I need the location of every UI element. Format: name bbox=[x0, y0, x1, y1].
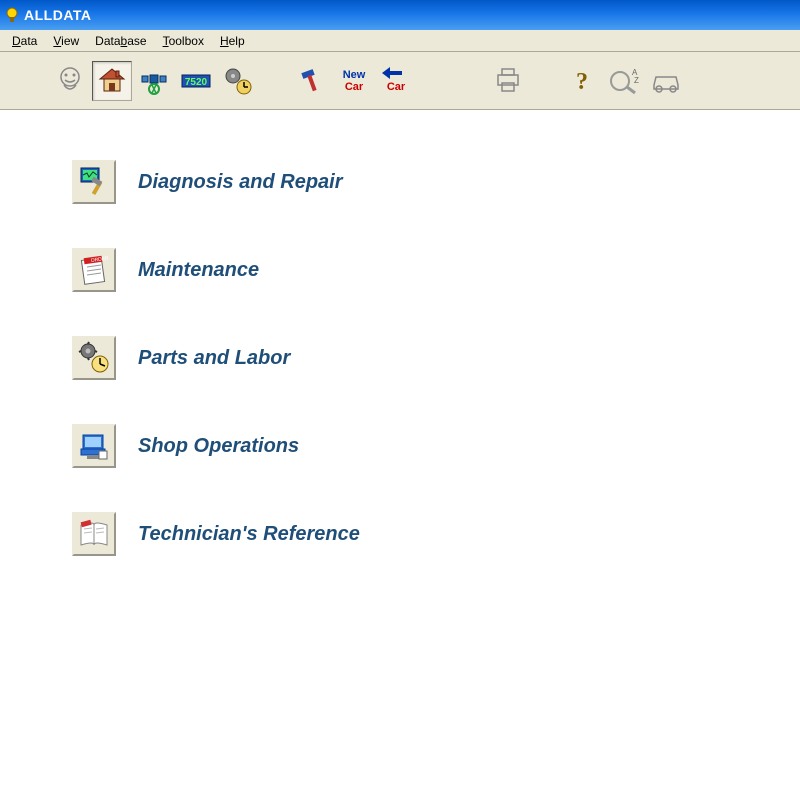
toolbar-new-car-button[interactable]: New Car bbox=[334, 61, 374, 101]
category-label[interactable]: Technician's Reference bbox=[138, 523, 360, 546]
menu-help[interactable]: Help bbox=[212, 32, 253, 50]
category-label[interactable]: Parts and Labor bbox=[138, 347, 290, 370]
svg-text:?: ? bbox=[576, 69, 588, 95]
tech-reference-icon[interactable] bbox=[72, 512, 116, 556]
category-diagnosis[interactable]: Diagnosis and Repair bbox=[72, 160, 800, 204]
toolbar-help-button[interactable]: ? bbox=[562, 61, 602, 101]
svg-text:Car: Car bbox=[387, 81, 406, 93]
category-maintenance[interactable]: ORDER Maintenance bbox=[72, 248, 800, 292]
toolbar-print-button[interactable] bbox=[488, 61, 528, 101]
svg-text:New: New bbox=[343, 69, 366, 81]
toolbar-back-car-button[interactable]: Car bbox=[376, 61, 416, 101]
category-tech-reference[interactable]: Technician's Reference bbox=[72, 512, 800, 556]
toolbar-az-button[interactable]: A Z bbox=[604, 61, 644, 101]
shop-operations-icon[interactable] bbox=[72, 424, 116, 468]
category-label[interactable]: Diagnosis and Repair bbox=[138, 171, 343, 194]
toolbar-car-button[interactable] bbox=[646, 61, 686, 101]
maintenance-icon[interactable]: ORDER bbox=[72, 248, 116, 292]
titlebar: ALLDATA bbox=[0, 0, 800, 30]
home-icon bbox=[96, 65, 128, 97]
toolbar-face-button[interactable] bbox=[50, 61, 90, 101]
gears-clock-icon bbox=[222, 65, 254, 97]
code-7520-icon: 7520 bbox=[180, 65, 212, 97]
menu-database[interactable]: Database bbox=[87, 32, 154, 50]
back-car-icon: Car bbox=[380, 65, 412, 97]
menu-view[interactable]: View bbox=[45, 32, 87, 50]
svg-text:7520: 7520 bbox=[185, 77, 208, 88]
content-area: Diagnosis and Repair ORDER Maintenance bbox=[0, 110, 800, 556]
svg-text:Z: Z bbox=[634, 76, 639, 85]
category-shop-operations[interactable]: Shop Operations bbox=[72, 424, 800, 468]
category-parts-labor[interactable]: Parts and Labor bbox=[72, 336, 800, 380]
alldata-app-icon bbox=[4, 7, 20, 23]
print-icon bbox=[492, 65, 524, 97]
hammer-icon bbox=[296, 65, 328, 97]
menubar: Data View Database Toolbox Help bbox=[0, 30, 800, 52]
svg-text:Car: Car bbox=[345, 81, 364, 93]
diagnosis-icon[interactable] bbox=[72, 160, 116, 204]
toolbar-home-button[interactable] bbox=[92, 61, 132, 101]
toolbar: 7520 New Car bbox=[0, 52, 800, 110]
svg-text:ORDER: ORDER bbox=[90, 255, 109, 264]
face-icon bbox=[54, 65, 86, 97]
toolbar-satellite-button[interactable] bbox=[134, 61, 174, 101]
az-search-icon: A Z bbox=[608, 65, 640, 97]
parts-labor-icon[interactable] bbox=[72, 336, 116, 380]
menu-data[interactable]: Data bbox=[4, 32, 45, 50]
new-car-icon: New Car bbox=[338, 65, 370, 97]
satellite-icon bbox=[138, 65, 170, 97]
toolbar-hammer-button[interactable] bbox=[292, 61, 332, 101]
titlebar-text: ALLDATA bbox=[24, 7, 92, 23]
help-icon: ? bbox=[566, 65, 598, 97]
category-label[interactable]: Shop Operations bbox=[138, 435, 299, 458]
toolbar-code-button[interactable]: 7520 bbox=[176, 61, 216, 101]
toolbar-gears-button[interactable] bbox=[218, 61, 258, 101]
category-label[interactable]: Maintenance bbox=[138, 259, 259, 282]
car-icon bbox=[650, 65, 682, 97]
menu-toolbox[interactable]: Toolbox bbox=[155, 32, 212, 50]
